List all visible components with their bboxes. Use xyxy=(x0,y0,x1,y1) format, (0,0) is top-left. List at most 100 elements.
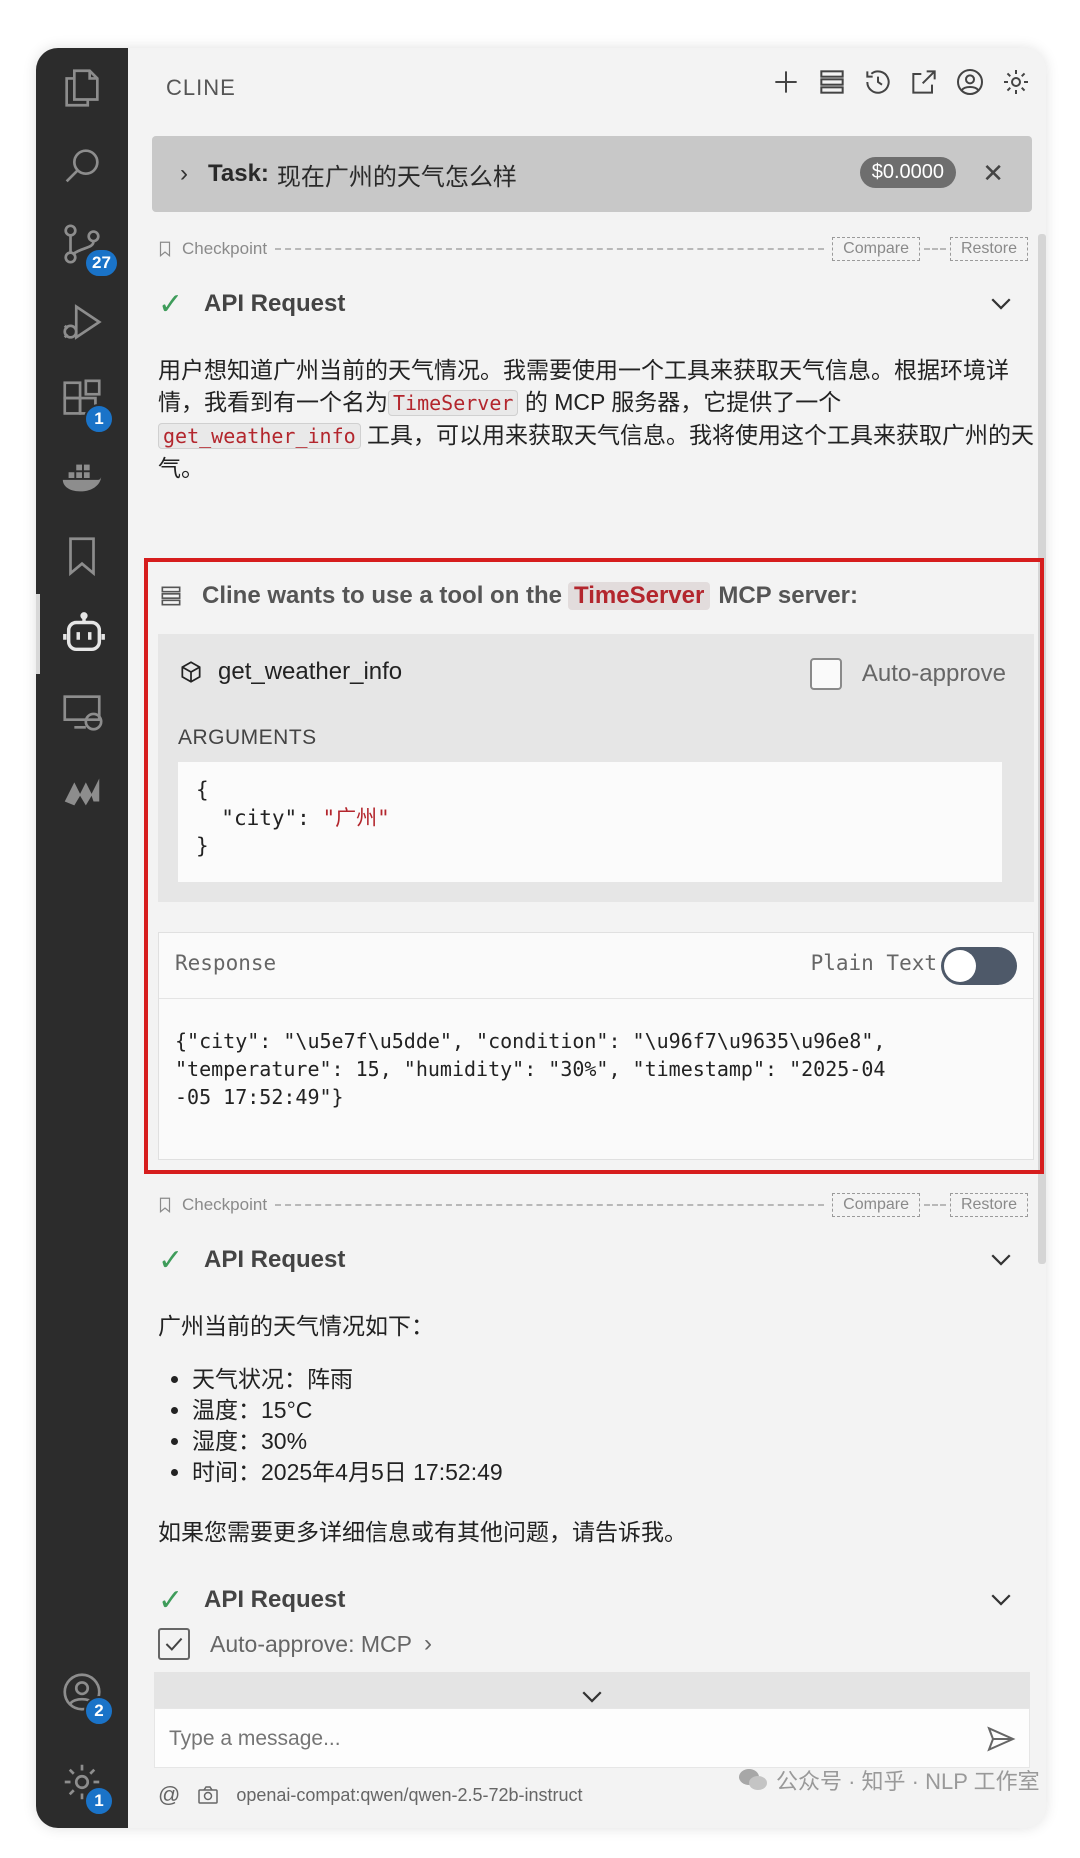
response-header: Response Plain Text xyxy=(159,933,1033,999)
history-icon[interactable] xyxy=(862,66,894,98)
bookmark-icon xyxy=(159,241,171,258)
check-icon: ✓ xyxy=(158,287,184,321)
chevron-down-icon xyxy=(582,1691,602,1703)
tool-use-suffix: MCP server: xyxy=(718,582,858,609)
code-chip-get-weather-info: get_weather_info xyxy=(158,423,361,449)
accounts-badge: 2 xyxy=(84,1696,114,1726)
accounts-icon[interactable]: 2 xyxy=(36,1652,128,1732)
server-name-chip: TimeServer xyxy=(568,582,711,610)
checkpoint-label: Checkpoint xyxy=(182,239,268,258)
weather-list: 天气状况：阵雨 温度：15°C 湿度：30% 时间：2025年4月5日 17:5… xyxy=(192,1364,992,1488)
plus-icon[interactable] xyxy=(770,66,802,98)
auto-approve-label: Auto-approve xyxy=(861,660,1006,687)
api-request-label: API Request xyxy=(204,1246,346,1273)
checkpoint-row: Checkpoint Compare Restore xyxy=(156,234,1028,264)
mcp-servers-icon[interactable] xyxy=(816,66,848,98)
code-key: "city": xyxy=(221,806,323,830)
api-request-row[interactable]: ✓ API Request xyxy=(158,284,1024,324)
task-label: Task: xyxy=(208,160,269,187)
cline-robot-icon[interactable] xyxy=(36,594,128,674)
server-icon xyxy=(161,586,181,606)
chevron-down-icon[interactable] xyxy=(986,1584,1016,1614)
assistant-message-1: 用户想知道广州当前的天气情况。我需要使用一个工具来获取天气信息。根据环境详情，我… xyxy=(158,354,1038,484)
panel-title: CLINE xyxy=(166,75,236,100)
bookmark-icon xyxy=(159,1197,171,1214)
extensions-icon[interactable]: 1 xyxy=(36,360,128,440)
cline-panel: CLINE › Task: 现在广州的天气怎么样 $0.0000 ✕ Check… xyxy=(128,48,1046,1828)
checkpoint-label: Checkpoint xyxy=(182,1195,268,1214)
account-icon[interactable] xyxy=(954,66,986,98)
at-mention-icon[interactable]: @ xyxy=(158,1782,180,1808)
task-cost-badge: $0.0000 xyxy=(859,157,956,188)
activity-bar: 27 1 2 1 xyxy=(36,48,128,1828)
source-control-icon[interactable]: 27 xyxy=(36,204,128,284)
docker-icon[interactable] xyxy=(36,438,128,518)
code-brace: { xyxy=(196,778,209,802)
restore-button[interactable]: Restore xyxy=(949,237,1028,261)
panel-header: CLINE xyxy=(128,48,1046,128)
check-icon: ✓ xyxy=(158,1583,184,1617)
watermark-text: 公众号 · 知乎 · NLP 工作室 xyxy=(776,1769,1040,1794)
tool-use-block: Cline wants to use a tool on the TimeSer… xyxy=(144,558,1044,1174)
list-item: 湿度：30% xyxy=(192,1426,992,1457)
manage-gear-icon[interactable]: 1 xyxy=(36,1742,128,1822)
check-icon: ✓ xyxy=(158,1243,184,1277)
code-value: "广州" xyxy=(322,806,390,830)
restore-button[interactable]: Restore xyxy=(949,1193,1028,1217)
send-icon[interactable] xyxy=(985,1723,1017,1755)
api-request-row[interactable]: ✓ API Request xyxy=(158,1240,1024,1280)
tool-name: get_weather_info xyxy=(218,658,403,685)
model-selector[interactable]: openai-compat:qwen/qwen-2.5-72b-instruct xyxy=(236,1785,582,1806)
checkpoint-row: Checkpoint Compare Restore xyxy=(156,1190,1028,1220)
task-header[interactable]: › Task: 现在广州的天气怎么样 $0.0000 ✕ xyxy=(152,136,1032,212)
message-text: 的 MCP 服务器，它提供了一个 xyxy=(524,389,842,415)
tool-card: get_weather_info Auto-approve ARGUMENTS … xyxy=(158,634,1034,902)
auto-approve-mcp-checkbox[interactable] xyxy=(158,1628,190,1660)
manage-badge: 1 xyxy=(84,1786,114,1816)
tool-name-row: get_weather_info xyxy=(178,658,402,686)
wechat-icon xyxy=(739,1769,767,1790)
auto-approve-mcp-row[interactable]: Auto-approve: MCP › xyxy=(158,1628,432,1660)
chevron-down-icon[interactable] xyxy=(986,288,1016,318)
remote-explorer-icon[interactable] xyxy=(36,672,128,752)
explorer-icon[interactable] xyxy=(36,48,128,128)
compare-button[interactable]: Compare xyxy=(832,1193,920,1217)
api-request-row[interactable]: ✓ API Request xyxy=(158,1580,1024,1620)
cube-icon xyxy=(181,661,201,683)
task-text: 现在广州的天气怎么样 xyxy=(276,163,517,191)
plain-text-toggle[interactable] xyxy=(941,947,1017,985)
message-input[interactable] xyxy=(169,1723,949,1755)
message-input-box[interactable] xyxy=(154,1708,1030,1768)
chevron-right-icon[interactable]: › xyxy=(180,160,188,188)
api-request-label: API Request xyxy=(204,1586,346,1613)
checkmark-icon xyxy=(165,1637,183,1651)
tool-use-prefix: Cline wants to use a tool on the xyxy=(202,582,563,609)
tool-use-header: Cline wants to use a tool on the TimeSer… xyxy=(158,576,858,616)
list-item: 时间：2025年4月5日 17:52:49 xyxy=(192,1457,992,1488)
assistant-message-2-outro: 如果您需要更多详细信息或有其他问题，请告诉我。 xyxy=(158,1519,687,1545)
bookmark-icon[interactable] xyxy=(36,516,128,596)
auto-approve-checkbox[interactable] xyxy=(809,658,842,690)
chevron-down-icon[interactable] xyxy=(986,1244,1016,1274)
list-item: 天气状况：阵雨 xyxy=(192,1364,992,1395)
api-request-label: API Request xyxy=(204,290,346,317)
search-icon[interactable] xyxy=(36,126,128,206)
assistant-message-2-intro: 广州当前的天气情况如下： xyxy=(158,1313,434,1339)
response-label: Response xyxy=(175,951,277,975)
camera-icon[interactable] xyxy=(196,1783,220,1807)
input-footer: @ openai-compat:qwen/qwen-2.5-72b-instru… xyxy=(158,1782,583,1808)
extensions-badge: 1 xyxy=(84,404,114,434)
response-card: Response Plain Text {"city": "\u5e7f\u5d… xyxy=(158,932,1034,1160)
settings-gear-icon[interactable] xyxy=(1000,66,1032,98)
chevron-right-icon[interactable]: › xyxy=(424,1630,432,1658)
arguments-code: { "city": "广州" } xyxy=(178,762,1002,882)
app-window: 27 1 2 1 CLINE › Task: 现在广州的天气怎么样 $0.000… xyxy=(36,48,1046,1828)
close-icon[interactable]: ✕ xyxy=(982,158,1004,189)
run-debug-icon[interactable] xyxy=(36,282,128,362)
mcp-logo-icon[interactable] xyxy=(36,750,128,830)
popout-icon[interactable] xyxy=(908,66,940,98)
list-item: 温度：15°C xyxy=(192,1395,992,1426)
auto-approve-mcp-label: Auto-approve: MCP xyxy=(210,1630,412,1657)
auto-approve-toggle[interactable]: Auto-approve xyxy=(809,658,1006,690)
compare-button[interactable]: Compare xyxy=(832,237,920,261)
